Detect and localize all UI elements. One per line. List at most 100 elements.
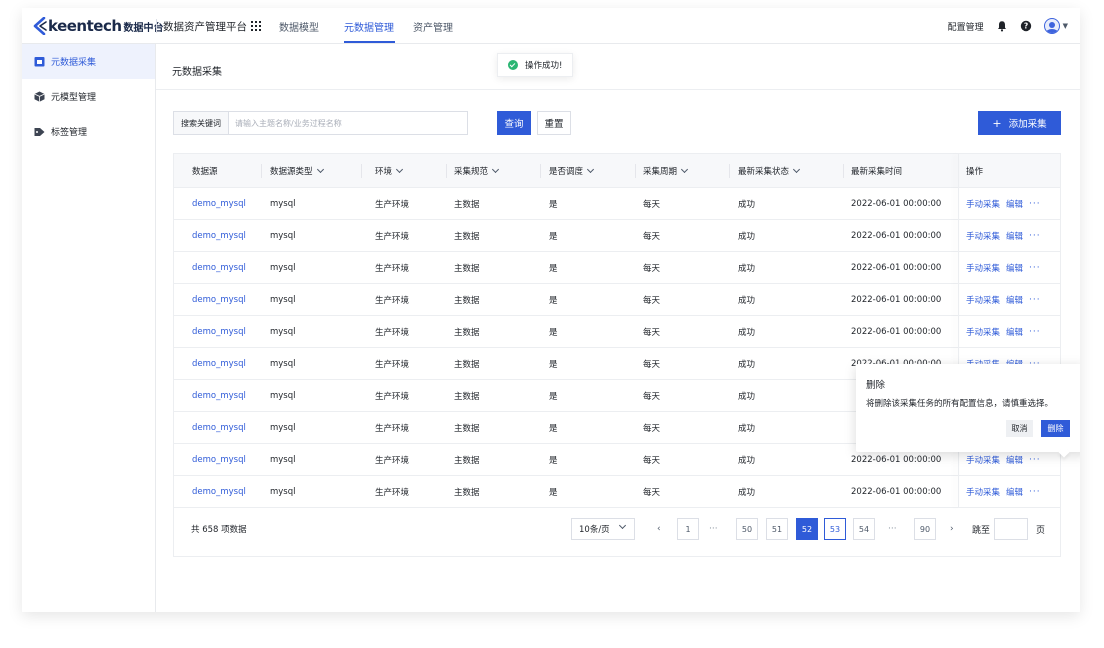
reset-button[interactable]: 重置 <box>537 111 571 135</box>
page-90[interactable]: 90 <box>914 518 936 540</box>
sidebar-item-label: 元数据采集 <box>51 58 97 68</box>
more-actions-icon[interactable]: ··· <box>1029 455 1041 465</box>
cell-actions: 手动采集编辑 ··· <box>966 476 1041 508</box>
manual-collect-link[interactable]: 手动采集 <box>966 262 1000 274</box>
col-header-collection-spec[interactable]: 采集规范 <box>454 154 500 188</box>
cell-datasource[interactable]: demo_mysql <box>192 252 246 284</box>
page-ellipsis-right[interactable]: ··· <box>888 518 897 540</box>
apps-grid-icon[interactable] <box>251 21 261 31</box>
col-header-datasource-type[interactable]: 数据源类型 <box>270 154 324 188</box>
toast-text: 操作成功! <box>525 61 563 71</box>
edit-link[interactable]: 编辑 <box>1006 230 1023 242</box>
help-icon[interactable]: ? <box>1020 20 1032 32</box>
cell-datasource[interactable]: demo_mysql <box>192 284 246 316</box>
more-actions-icon[interactable]: ··· <box>1029 327 1041 337</box>
chevron-down-icon[interactable]: ▼ <box>1063 22 1068 30</box>
page-54[interactable]: 54 <box>853 518 875 540</box>
cell-scheduled: 是 <box>549 488 558 498</box>
page-53[interactable]: 53 <box>824 518 846 540</box>
logo-subtitle: 数据中台 <box>123 22 164 34</box>
cell-environment: 生产环境 <box>375 296 410 306</box>
edit-link[interactable]: 编辑 <box>1006 198 1023 210</box>
col-header-latest-status[interactable]: 最新采集状态 <box>738 154 801 188</box>
bell-icon[interactable] <box>996 20 1008 32</box>
table-row: demo_mysql mysql 生产环境 主数据 是 每天 成功 2022-06-01 00… <box>174 220 1060 252</box>
cell-latest-time: 2022-06-01 00:00:00 <box>851 295 942 305</box>
cell-datasource[interactable]: demo_mysql <box>192 188 246 220</box>
search-input[interactable] <box>228 111 468 135</box>
page-1[interactable]: 1 <box>677 518 699 540</box>
more-actions-icon[interactable]: ··· <box>1029 231 1041 241</box>
col-header-period[interactable]: 采集周期 <box>643 154 689 188</box>
cell-datasource[interactable]: demo_mysql <box>192 476 246 508</box>
logo-text: keentech <box>48 17 122 35</box>
cell-datasource-type: mysql <box>270 455 296 465</box>
edit-link[interactable]: 编辑 <box>1006 486 1023 498</box>
logo-chevron-icon <box>33 17 47 35</box>
edit-link[interactable]: 编辑 <box>1006 326 1023 338</box>
cell-scheduled: 是 <box>549 456 558 466</box>
sidebar-item-metamodel-management[interactable]: 元模型管理 <box>22 79 155 114</box>
success-check-icon <box>508 60 518 70</box>
cell-datasource[interactable]: demo_mysql <box>192 316 246 348</box>
nav-asset-management[interactable]: 资产管理 <box>413 19 453 34</box>
cell-datasource[interactable]: demo_mysql <box>192 412 246 444</box>
header-label: 采集规范 <box>454 167 489 177</box>
chevron-down-icon <box>316 165 324 174</box>
manual-collect-link[interactable]: 手动采集 <box>966 294 1000 306</box>
nav-data-model[interactable]: 数据模型 <box>279 19 319 34</box>
more-actions-icon[interactable]: ··· <box>1029 295 1041 305</box>
prev-page-button[interactable]: ‹ <box>657 518 661 540</box>
page-51[interactable]: 51 <box>766 518 788 540</box>
cell-collection-spec: 主数据 <box>454 264 480 274</box>
more-actions-icon[interactable]: ··· <box>1029 487 1041 497</box>
query-button[interactable]: 查询 <box>497 111 531 135</box>
next-page-button[interactable]: › <box>950 518 954 540</box>
page-size-select[interactable]: 10条/页 <box>571 518 635 540</box>
logo[interactable]: keentech 数据中台 <box>32 16 164 36</box>
edit-link[interactable]: 编辑 <box>1006 454 1023 466</box>
nav-active-indicator <box>344 41 395 43</box>
sidebar-item-tag-management[interactable]: 标签管理 <box>22 114 155 149</box>
table-header: 数据源 数据源类型 环境 采集规范 是否调度 采集周期 最新采集状态 最新采集时… <box>174 154 1060 188</box>
cell-datasource[interactable]: demo_mysql <box>192 444 246 476</box>
cell-datasource[interactable]: demo_mysql <box>192 380 246 412</box>
col-header-environment[interactable]: 环境 <box>375 154 404 188</box>
cell-datasource[interactable]: demo_mysql <box>192 348 246 380</box>
cell-latest-status: 成功 <box>738 264 756 274</box>
cell-collection-spec: 主数据 <box>454 232 480 242</box>
col-header-scheduled[interactable]: 是否调度 <box>549 154 595 188</box>
popconfirm-delete-button[interactable]: 删除 <box>1041 420 1070 437</box>
manual-collect-link[interactable]: 手动采集 <box>966 198 1000 210</box>
nav-metadata-management[interactable]: 元数据管理 <box>344 19 394 34</box>
cell-period: 每天 <box>643 296 661 306</box>
manual-collect-link[interactable]: 手动采集 <box>966 454 1000 466</box>
manual-collect-link[interactable]: 手动采集 <box>966 230 1000 242</box>
platform-title[interactable]: 数据资产管理平台 <box>163 19 247 34</box>
app-window: keentech 数据中台 数据资产管理平台 数据模型 元数据管理 资产管理 配… <box>22 8 1080 612</box>
manual-collect-link[interactable]: 手动采集 <box>966 326 1000 338</box>
jump-page-input[interactable] <box>994 518 1028 540</box>
edit-link[interactable]: 编辑 <box>1006 262 1023 274</box>
page-50[interactable]: 50 <box>736 518 758 540</box>
cell-scheduled: 是 <box>549 200 558 210</box>
manual-collect-link[interactable]: 手动采集 <box>966 486 1000 498</box>
sidebar-item-metadata-collection[interactable]: 元数据采集 <box>22 44 155 79</box>
avatar[interactable] <box>1043 18 1060 34</box>
cell-scheduled: 是 <box>549 360 558 370</box>
chevron-down-icon <box>491 165 500 174</box>
tag-icon <box>34 128 45 136</box>
cell-scheduled: 是 <box>549 392 558 402</box>
header-divider <box>261 164 262 178</box>
cell-datasource[interactable]: demo_mysql <box>192 220 246 252</box>
edit-link[interactable]: 编辑 <box>1006 294 1023 306</box>
popconfirm-cancel-button[interactable]: 取消 <box>1006 420 1033 437</box>
more-actions-icon[interactable]: ··· <box>1029 263 1041 273</box>
more-actions-icon[interactable]: ··· <box>1029 199 1041 209</box>
add-collection-button[interactable]: + 添加采集 <box>978 111 1061 135</box>
cell-datasource-type: mysql <box>270 359 296 369</box>
config-management-link[interactable]: 配置管理 <box>948 20 984 33</box>
page-52-current[interactable]: 52 <box>796 518 818 540</box>
page-ellipsis-left[interactable]: ··· <box>709 518 718 540</box>
cell-scheduled: 是 <box>549 232 558 242</box>
